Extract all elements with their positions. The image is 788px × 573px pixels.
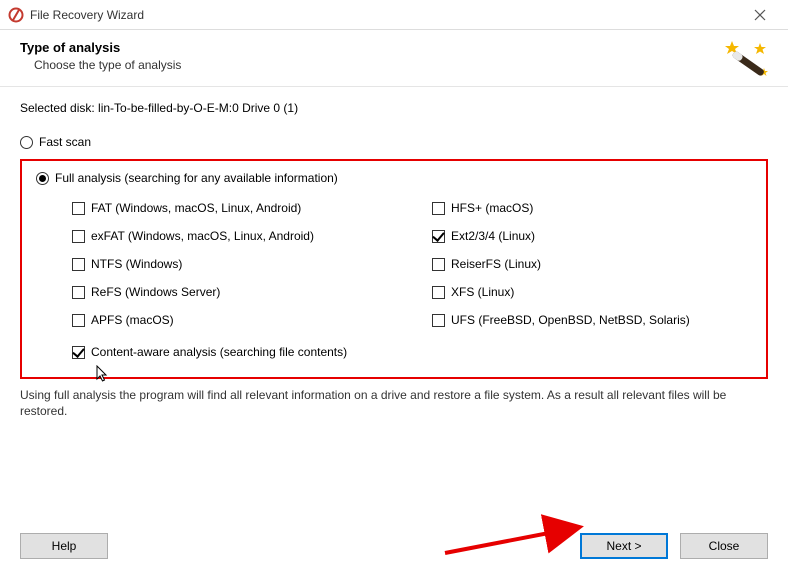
checkbox-icon (72, 314, 85, 327)
checkbox-ufs[interactable]: UFS (FreeBSD, OpenBSD, NetBSD, Solaris) (432, 313, 752, 327)
checkbox-ext[interactable]: Ext2/3/4 (Linux) (432, 229, 752, 243)
full-analysis-highlight-box: Full analysis (searching for any availab… (20, 159, 768, 379)
filesystem-grid: FAT (Windows, macOS, Linux, Android) HFS… (72, 201, 752, 327)
checkbox-label: UFS (FreeBSD, OpenBSD, NetBSD, Solaris) (451, 313, 690, 327)
checkbox-label: ReFS (Windows Server) (91, 285, 220, 299)
checkbox-label: Content-aware analysis (searching file c… (91, 345, 347, 359)
button-bar: Help Next > Close (0, 533, 788, 559)
checkbox-icon (432, 258, 445, 271)
analysis-description: Using full analysis the program will fin… (20, 387, 768, 419)
selected-disk-label: Selected disk: lin-To-be-filled-by-O-E-M… (20, 101, 768, 115)
full-analysis-label: Full analysis (searching for any availab… (55, 171, 338, 185)
checkbox-refs[interactable]: ReFS (Windows Server) (72, 285, 392, 299)
help-button[interactable]: Help (20, 533, 108, 559)
next-button[interactable]: Next > (580, 533, 668, 559)
checkbox-icon (72, 230, 85, 243)
wizard-wand-icon (722, 38, 772, 88)
checkbox-label: ReiserFS (Linux) (451, 257, 541, 271)
checkbox-icon (72, 346, 85, 359)
fast-scan-radio[interactable]: Fast scan (20, 135, 768, 149)
checkbox-reiserfs[interactable]: ReiserFS (Linux) (432, 257, 752, 271)
window-title: File Recovery Wizard (30, 8, 144, 22)
checkbox-exfat[interactable]: exFAT (Windows, macOS, Linux, Android) (72, 229, 392, 243)
close-icon (754, 9, 766, 21)
checkbox-label: NTFS (Windows) (91, 257, 182, 271)
checkbox-icon (72, 286, 85, 299)
checkbox-label: XFS (Linux) (451, 285, 514, 299)
checkbox-fat[interactable]: FAT (Windows, macOS, Linux, Android) (72, 201, 392, 215)
checkbox-label: HFS+ (macOS) (451, 201, 533, 215)
page-title: Type of analysis (20, 40, 768, 55)
radio-icon (36, 172, 49, 185)
checkbox-content-aware[interactable]: Content-aware analysis (searching file c… (72, 345, 752, 359)
wizard-header: Type of analysis Choose the type of anal… (0, 30, 788, 87)
checkbox-xfs[interactable]: XFS (Linux) (432, 285, 752, 299)
checkbox-ntfs[interactable]: NTFS (Windows) (72, 257, 392, 271)
cursor-icon (96, 365, 110, 386)
radio-icon (20, 136, 33, 149)
checkbox-apfs[interactable]: APFS (macOS) (72, 313, 392, 327)
checkbox-hfsplus[interactable]: HFS+ (macOS) (432, 201, 752, 215)
checkbox-label: Ext2/3/4 (Linux) (451, 229, 535, 243)
content-area: Selected disk: lin-To-be-filled-by-O-E-M… (0, 87, 788, 439)
checkbox-icon (432, 286, 445, 299)
full-analysis-radio[interactable]: Full analysis (searching for any availab… (36, 171, 752, 185)
checkbox-icon (432, 314, 445, 327)
checkbox-label: APFS (macOS) (91, 313, 174, 327)
checkbox-label: exFAT (Windows, macOS, Linux, Android) (91, 229, 314, 243)
checkbox-icon (72, 202, 85, 215)
checkbox-icon (432, 230, 445, 243)
titlebar-close-button[interactable] (740, 1, 780, 29)
checkbox-label: FAT (Windows, macOS, Linux, Android) (91, 201, 301, 215)
fast-scan-label: Fast scan (39, 135, 91, 149)
app-icon (8, 7, 24, 23)
titlebar: File Recovery Wizard (0, 0, 788, 30)
page-subtitle: Choose the type of analysis (34, 58, 768, 72)
close-button[interactable]: Close (680, 533, 768, 559)
checkbox-icon (72, 258, 85, 271)
checkbox-icon (432, 202, 445, 215)
